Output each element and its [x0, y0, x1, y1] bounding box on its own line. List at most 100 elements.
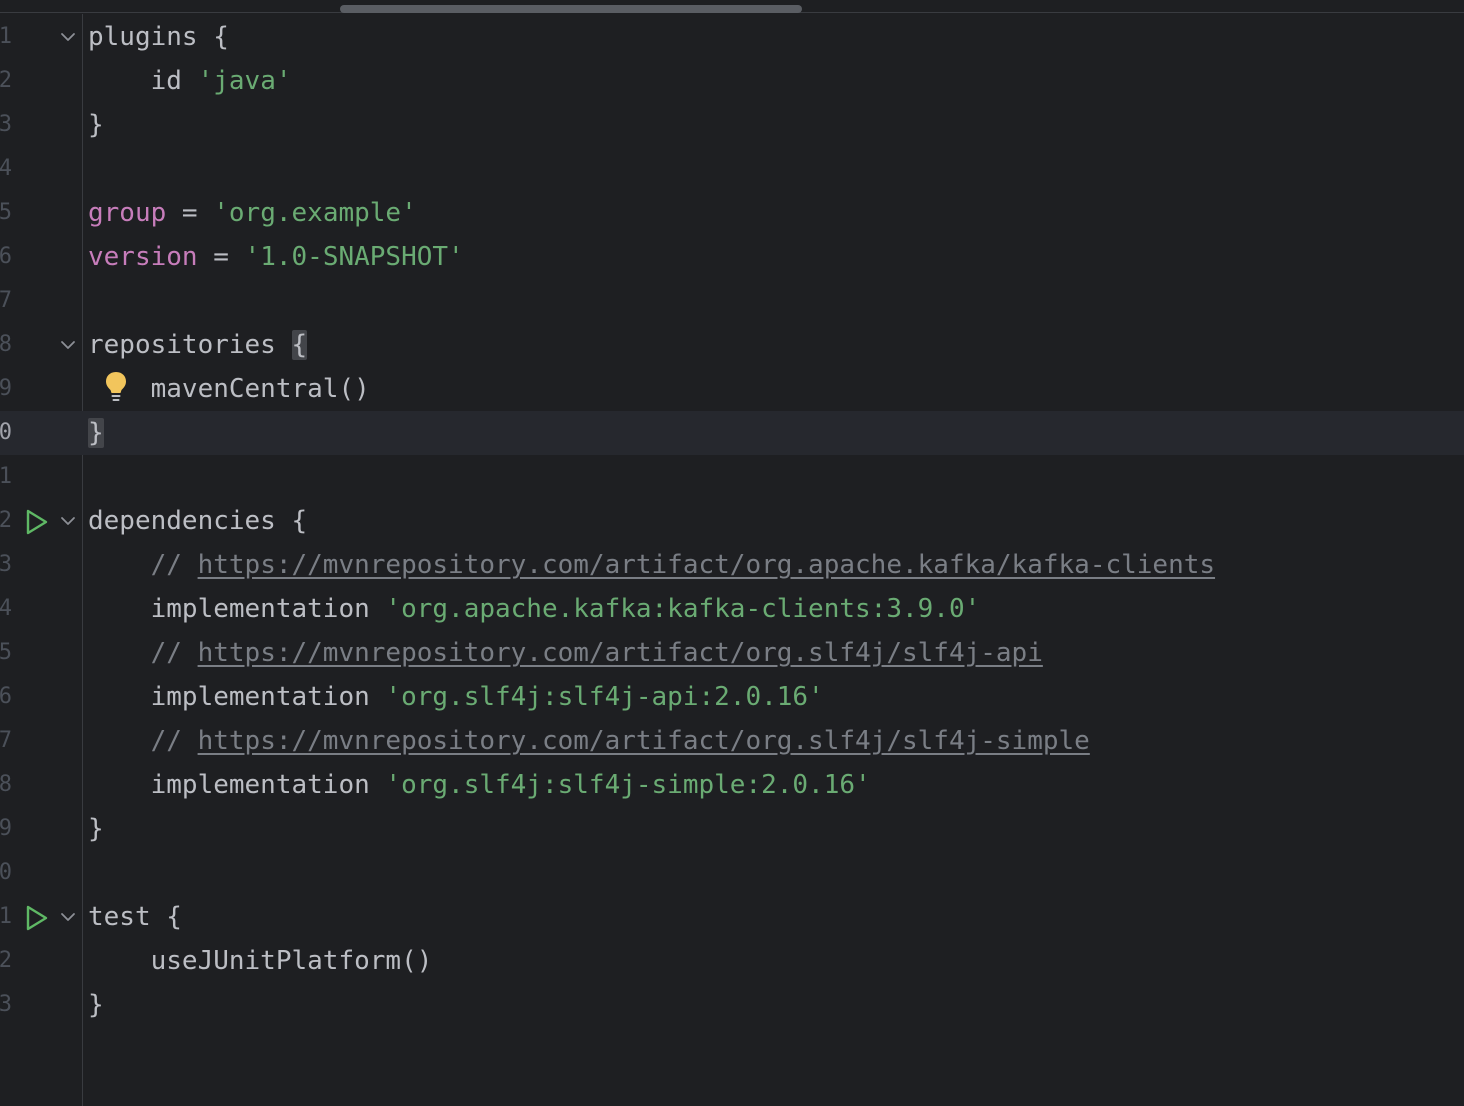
code-text[interactable]: dependencies {	[88, 499, 307, 543]
code-token: useJUnitPlatform()	[88, 946, 433, 976]
code-line[interactable]: 2 id 'java'	[0, 59, 1464, 103]
code-token: 'org.example'	[213, 198, 417, 228]
code-token: }	[88, 418, 104, 448]
code-token: version	[88, 242, 198, 272]
line-number: 8	[0, 332, 12, 357]
code-line[interactable]: 1 plugins {	[0, 15, 1464, 59]
code-token: test {	[88, 902, 182, 932]
code-token: 'org.apache.kafka:kafka-clients:3.9.0'	[385, 594, 981, 624]
code-token: dependencies {	[88, 506, 308, 536]
line-number: 3	[0, 992, 12, 1017]
code-text[interactable]: useJUnitPlatform()	[88, 939, 433, 983]
code-line[interactable]: 9 mavenCentral()	[0, 367, 1464, 411]
code-token: repositories	[88, 330, 292, 360]
code-line[interactable]: 0}	[0, 411, 1464, 455]
line-number: 3	[0, 552, 12, 577]
code-token: //	[88, 638, 198, 668]
code-text[interactable]: version = '1.0-SNAPSHOT'	[88, 235, 464, 279]
code-text[interactable]: id 'java'	[88, 59, 292, 103]
code-token: mavenCentral()	[88, 374, 370, 404]
code-token: =	[166, 198, 214, 228]
line-number: 1	[0, 24, 12, 49]
chevron-down-icon[interactable]	[59, 512, 77, 530]
code-token: plugins {	[88, 22, 229, 52]
code-token: //	[88, 726, 198, 756]
code-token: 'java'	[197, 66, 292, 96]
comment-url-link[interactable]: https://mvnrepository.com/artifact/org.s…	[198, 726, 1090, 756]
code-line[interactable]: 5 // https://mvnrepository.com/artifact/…	[0, 631, 1464, 675]
code-line[interactable]: 0	[0, 851, 1464, 895]
code-token: implementation	[88, 594, 386, 624]
code-text[interactable]: }	[88, 807, 104, 851]
run-gutter-icon[interactable]	[22, 508, 50, 536]
code-line[interactable]: 3}	[0, 983, 1464, 1027]
code-text[interactable]: // https://mvnrepository.com/artifact/or…	[88, 543, 1215, 587]
line-number: 4	[0, 156, 12, 181]
code-text[interactable]: }	[88, 103, 104, 147]
code-editor[interactable]: 1 plugins {2 id 'java' 3} 4 5 group = 'org.ex…	[0, 0, 1464, 1106]
code-token: }	[88, 814, 104, 844]
line-number: 2	[0, 948, 12, 973]
line-number: 1	[0, 464, 12, 489]
code-text[interactable]: group = 'org.example'	[88, 191, 417, 235]
line-number: 3	[0, 112, 12, 137]
chevron-down-icon[interactable]	[59, 28, 77, 46]
line-number: 9	[0, 816, 12, 841]
code-text[interactable]: // https://mvnrepository.com/artifact/or…	[88, 719, 1090, 763]
code-line[interactable]: 6 version = '1.0-SNAPSHOT'	[0, 235, 1464, 279]
line-number: 5	[0, 640, 12, 665]
code-line[interactable]: 3}	[0, 103, 1464, 147]
line-number: 7	[0, 288, 12, 313]
line-number: 0	[0, 860, 12, 885]
code-token: id	[88, 66, 198, 96]
code-line[interactable]: 8 repositories {	[0, 323, 1464, 367]
code-line[interactable]: 4 implementation 'org.apache.kafka:kafka…	[0, 587, 1464, 631]
code-line[interactable]: 5 group = 'org.example'	[0, 191, 1464, 235]
code-line[interactable]: 9}	[0, 807, 1464, 851]
line-number: 2	[0, 68, 12, 93]
code-token: }	[88, 110, 104, 140]
code-token: 'org.slf4j:slf4j-simple:2.0.16'	[385, 770, 871, 800]
code-token: //	[88, 550, 198, 580]
code-line[interactable]: 1	[0, 455, 1464, 499]
code-line[interactable]: 2 useJUnitPlatform()	[0, 939, 1464, 983]
code-text[interactable]: mavenCentral()	[88, 367, 370, 411]
code-line[interactable]: 6 implementation 'org.slf4j:slf4j-api:2.…	[0, 675, 1464, 719]
line-number: 8	[0, 772, 12, 797]
code-line[interactable]: 7	[0, 279, 1464, 323]
code-text[interactable]: }	[88, 411, 104, 455]
code-token: implementation	[88, 770, 386, 800]
chevron-down-icon[interactable]	[59, 336, 77, 354]
chevron-down-icon[interactable]	[59, 908, 77, 926]
code-line[interactable]: 8 implementation 'org.slf4j:slf4j-simple…	[0, 763, 1464, 807]
code-text[interactable]: test {	[88, 895, 182, 939]
code-token: implementation	[88, 682, 386, 712]
code-line[interactable]: 7 // https://mvnrepository.com/artifact/…	[0, 719, 1464, 763]
code-text[interactable]: implementation 'org.apache.kafka:kafka-c…	[88, 587, 981, 631]
line-number: 6	[0, 244, 12, 269]
run-gutter-icon[interactable]	[22, 904, 50, 932]
code-text[interactable]: plugins {	[88, 15, 229, 59]
comment-url-link[interactable]: https://mvnrepository.com/artifact/org.s…	[198, 638, 1043, 668]
code-text[interactable]: repositories {	[88, 323, 308, 367]
line-number: 1	[0, 904, 12, 929]
code-line[interactable]: 3 // https://mvnrepository.com/artifact/…	[0, 543, 1464, 587]
code-token: }	[88, 990, 104, 1020]
code-line[interactable]: 4	[0, 147, 1464, 191]
line-number: 7	[0, 728, 12, 753]
code-text[interactable]: }	[88, 983, 104, 1027]
line-number: 0	[0, 420, 12, 445]
code-text[interactable]: // https://mvnrepository.com/artifact/or…	[88, 631, 1043, 675]
code-token: '1.0-SNAPSHOT'	[244, 242, 464, 272]
line-number: 6	[0, 684, 12, 709]
horizontal-scrollbar-thumb[interactable]	[340, 5, 802, 13]
comment-url-link[interactable]: https://mvnrepository.com/artifact/org.a…	[198, 550, 1215, 580]
line-number: 2	[0, 508, 12, 533]
code-line[interactable]: 1 test {	[0, 895, 1464, 939]
code-text[interactable]: implementation 'org.slf4j:slf4j-api:2.0.…	[88, 675, 824, 719]
code-text[interactable]: implementation 'org.slf4j:slf4j-simple:2…	[88, 763, 871, 807]
code-token: =	[197, 242, 245, 272]
code-line[interactable]: 2 dependencies {	[0, 499, 1464, 543]
code-token: 'org.slf4j:slf4j-api:2.0.16'	[385, 682, 824, 712]
line-number: 4	[0, 596, 12, 621]
